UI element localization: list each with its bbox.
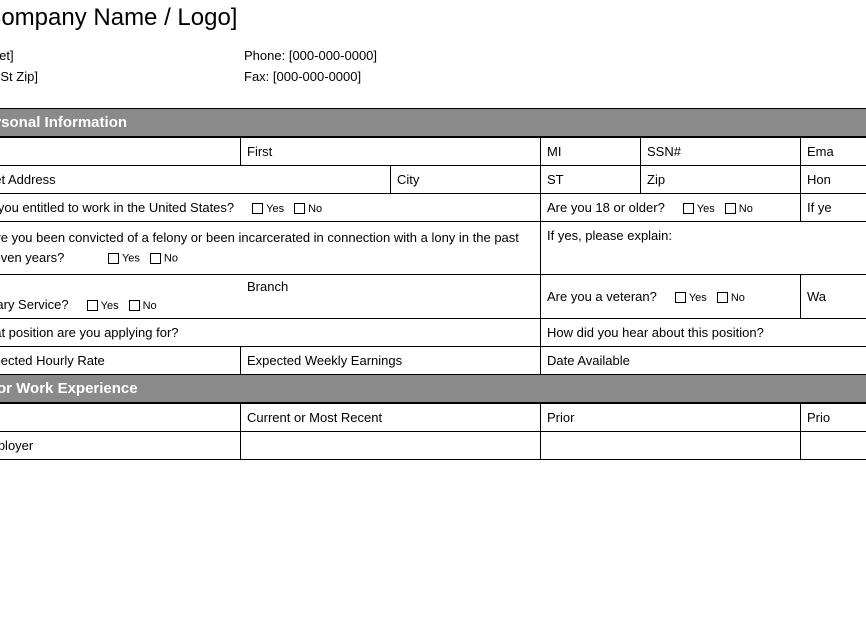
field-email[interactable]: Ema	[801, 138, 866, 166]
section-prior-work-experience: rior Work Experience	[0, 375, 866, 403]
field-street-address[interactable]: eet Address	[0, 166, 391, 194]
checkbox-military-no[interactable]: No	[129, 298, 157, 312]
field-expected-weekly[interactable]: Expected Weekly Earnings	[241, 347, 541, 375]
checkbox-18-no[interactable]: No	[725, 201, 753, 215]
field-ssn[interactable]: SSN#	[641, 138, 801, 166]
field-branch[interactable]: Branch	[247, 279, 288, 312]
field-war[interactable]: Wa	[801, 275, 866, 319]
field-first[interactable]: First	[241, 138, 541, 166]
field-how-hear[interactable]: How did you hear about this position?	[541, 319, 866, 347]
company-city-st-zip: ty, St Zip]	[0, 69, 244, 84]
company-street: treet]	[0, 48, 244, 63]
company-name: Company Name / Logo]	[0, 4, 237, 32]
phone-value: [000-000-0000]	[289, 48, 377, 63]
fax-label: Fax:	[244, 69, 269, 84]
column-current-most-recent: Current or Most Recent	[241, 404, 541, 432]
checkbox-work-us-yes[interactable]: Yes	[252, 201, 284, 215]
field-date-available[interactable]: Date Available	[541, 347, 866, 375]
field-last[interactable]: st	[0, 138, 241, 166]
checkbox-military-yes[interactable]: Yes	[87, 298, 119, 312]
question-military-branch: litary Service? Yes No Branch	[0, 275, 541, 319]
question-veteran: Are you a veteran? Yes No	[541, 275, 801, 319]
prior-header-empty	[0, 404, 241, 432]
personal-info-table: st First MI SSN# Ema eet Address City ST…	[0, 137, 866, 375]
checkbox-work-us-no[interactable]: No	[294, 201, 322, 215]
question-work-us: e you entitled to work in the United Sta…	[0, 194, 541, 222]
question-18-older: Are you 18 or older? Yes No	[541, 194, 801, 222]
field-employer-current[interactable]	[241, 432, 541, 460]
field-st[interactable]: ST	[541, 166, 641, 194]
field-mi[interactable]: MI	[541, 138, 641, 166]
field-city[interactable]: City	[391, 166, 541, 194]
section-personal-information: ersonal Information	[0, 108, 866, 137]
checkbox-felony-no[interactable]: No	[150, 249, 178, 268]
field-felony-explain[interactable]: If yes, please explain:	[541, 222, 866, 275]
checkbox-felony-yes[interactable]: Yes	[108, 249, 140, 268]
checkbox-veteran-no[interactable]: No	[717, 290, 745, 304]
field-employer-prior2[interactable]	[801, 432, 866, 460]
field-employer-prior[interactable]	[541, 432, 801, 460]
checkbox-veteran-yes[interactable]: Yes	[675, 290, 707, 304]
field-expected-hourly-rate[interactable]: xpected Hourly Rate	[0, 347, 241, 375]
checkbox-18-yes[interactable]: Yes	[683, 201, 715, 215]
question-felony: ave you been convicted of a felony or be…	[0, 222, 541, 275]
prior-work-table: Current or Most Recent Prior Prio mploye…	[0, 403, 866, 460]
column-prior-2: Prio	[801, 404, 866, 432]
fax-value: [000-000-0000]	[273, 69, 361, 84]
question-if-yes-short[interactable]: If ye	[801, 194, 866, 222]
row-employer-label: mployer	[0, 432, 241, 460]
field-zip[interactable]: Zip	[641, 166, 801, 194]
phone-label: Phone:	[244, 48, 285, 63]
column-prior: Prior	[541, 404, 801, 432]
field-position-applying[interactable]: hat position are you applying for?	[0, 319, 541, 347]
field-home[interactable]: Hon	[801, 166, 866, 194]
